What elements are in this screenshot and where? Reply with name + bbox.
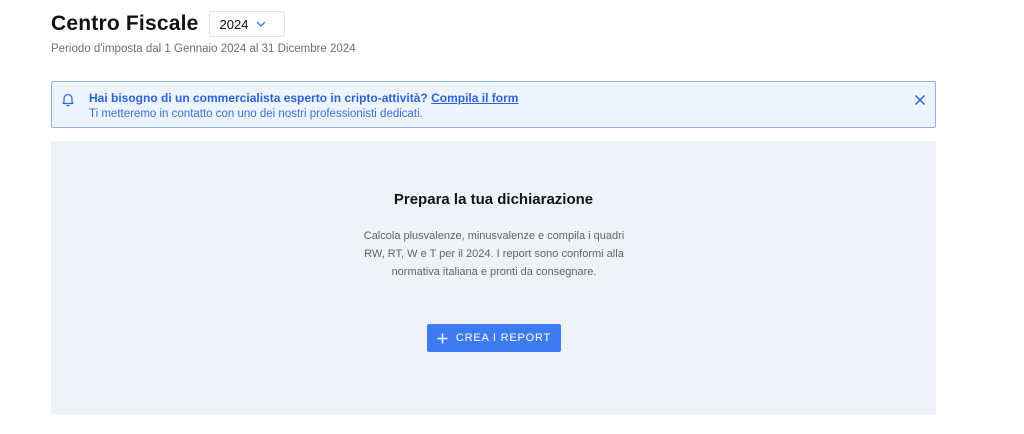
chevron-down-icon: [256, 21, 266, 27]
panel-description: Calcola plusvalenze, minusvalenze e comp…: [363, 230, 625, 278]
report-panel: Prepara la tua dichiarazione Calcola plu…: [51, 141, 936, 415]
banner-message: Ti metteremo in contatto con uno dei nos…: [89, 108, 423, 120]
banner-headline: Hai bisogno di un commercialista esperto…: [89, 91, 518, 105]
page: Centro Fiscale 2024 Periodo d'imposta da…: [0, 0, 1024, 434]
compila-form-link[interactable]: Compila il form: [431, 91, 518, 105]
bell-icon: [61, 92, 75, 112]
year-select-value: 2024: [219, 16, 249, 32]
tax-period-subtitle: Periodo d'imposta dal 1 Gennaio 2024 al …: [51, 43, 356, 55]
info-banner: Hai bisogno di un commercialista esperto…: [51, 81, 936, 128]
page-title: Centro Fiscale: [51, 12, 199, 35]
close-icon[interactable]: [913, 93, 927, 107]
page-header: Centro Fiscale 2024: [51, 11, 285, 37]
year-select[interactable]: 2024: [208, 11, 285, 37]
plus-icon: [437, 333, 448, 344]
create-report-label: CREA I REPORT: [455, 332, 552, 344]
create-report-button[interactable]: CREA I REPORT: [427, 324, 561, 352]
panel-title: Prepara la tua dichiarazione: [393, 191, 594, 208]
banner-question: Hai bisogno di un commercialista esperto…: [89, 91, 428, 105]
